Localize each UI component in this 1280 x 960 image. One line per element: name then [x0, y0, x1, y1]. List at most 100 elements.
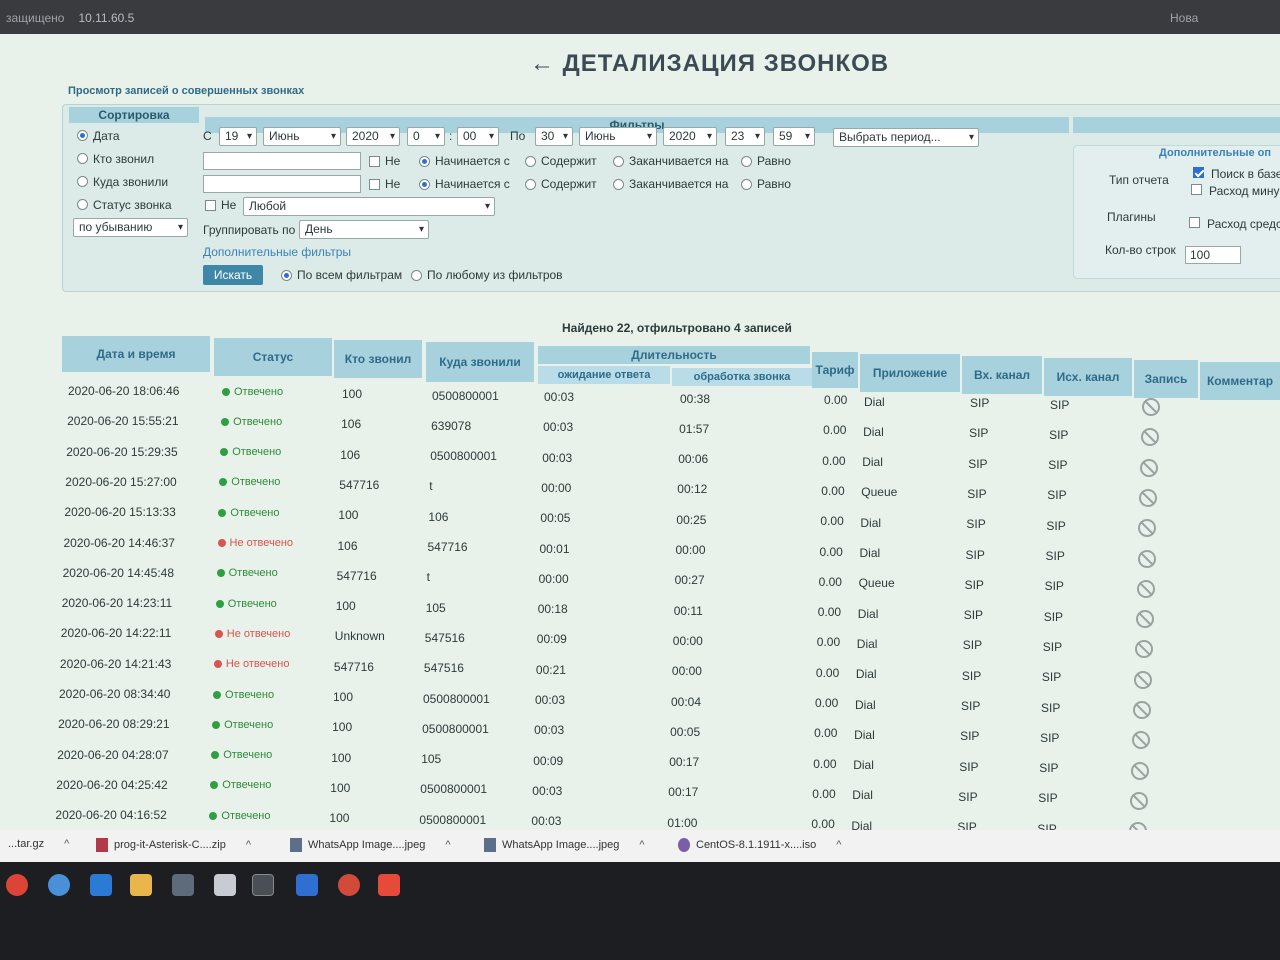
download-item[interactable]: WhatsApp Image....jpeg ^ [290, 838, 451, 852]
no-record-icon[interactable] [1141, 428, 1160, 447]
sort-radio-caller[interactable] [77, 153, 88, 164]
download-item[interactable]: prog-it-Asterisk-C....zip ^ [96, 838, 251, 852]
no-record-icon[interactable] [1131, 761, 1150, 780]
no-record-icon[interactable] [1129, 822, 1148, 830]
skype-icon[interactable] [48, 874, 70, 896]
funds-checkbox[interactable] [1189, 217, 1200, 228]
col-datetime[interactable]: Дата и время [62, 336, 210, 372]
minutes-checkbox[interactable] [1191, 184, 1202, 195]
no-record-icon[interactable] [1132, 731, 1151, 750]
logic-all-radio[interactable] [281, 270, 292, 281]
caller-not-checkbox[interactable] [369, 156, 380, 167]
yandex-icon[interactable] [378, 874, 400, 896]
cell-tariff: 0.00 [815, 665, 840, 680]
col-talk[interactable]: обработка звонка [672, 368, 812, 386]
no-record-icon[interactable] [1134, 640, 1153, 659]
from-year-select[interactable]: 2020 ▾ [346, 127, 400, 146]
caller-ends-radio[interactable] [613, 156, 624, 167]
period-select[interactable]: Выбрать период... ▾ [833, 128, 979, 147]
callee-not-checkbox[interactable] [369, 179, 380, 190]
callee-starts-radio[interactable] [419, 179, 430, 190]
cell-datetime: 2020-06-20 14:45:48 [62, 565, 175, 580]
chevron-up-icon[interactable]: ^ [639, 839, 644, 851]
file-explorer-icon[interactable] [130, 874, 152, 896]
chevron-up-icon[interactable]: ^ [246, 839, 251, 851]
address-bar[interactable]: 10.11.60.5 [78, 11, 134, 25]
no-record-icon[interactable] [1140, 458, 1159, 477]
chevron-up-icon[interactable]: ^ [445, 839, 450, 851]
sort-order-select[interactable]: по убыванию ▾ [73, 218, 188, 237]
col-comment[interactable]: Комментар [1200, 362, 1280, 400]
callee-equals-radio[interactable] [741, 179, 752, 190]
cell-dst: 547516 [423, 661, 464, 676]
cell-talk: 00:38 [680, 391, 711, 406]
from-minute-select[interactable]: 00 ▾ [457, 127, 499, 146]
app-icon[interactable] [338, 874, 360, 896]
chevron-down-icon: ▾ [389, 131, 395, 142]
to-minute-select[interactable]: 59 ▾ [773, 127, 815, 146]
col-record[interactable]: Запись [1134, 360, 1198, 398]
to-day-select[interactable]: 30 ▾ [535, 127, 573, 146]
sort-radio-callee[interactable] [77, 176, 88, 187]
chevron-up-icon[interactable]: ^ [64, 838, 69, 850]
col-dst[interactable]: Куда звонили [426, 342, 534, 382]
no-record-icon[interactable] [1135, 610, 1154, 629]
no-record-icon[interactable] [1142, 398, 1160, 416]
status-dot-icon [213, 660, 222, 669]
col-status[interactable]: Статус [214, 338, 332, 376]
word-icon[interactable] [296, 874, 318, 896]
download-item[interactable]: ...tar.gz ^ [8, 838, 69, 850]
browser-tab[interactable]: Нова [1170, 11, 1198, 25]
chrome-icon[interactable] [6, 874, 28, 896]
from-day-select[interactable]: 19 ▾ [219, 127, 257, 146]
to-month-select[interactable]: Июнь ▾ [579, 127, 657, 146]
callee-ends-radio[interactable] [613, 179, 624, 190]
col-in-channel[interactable]: Вх. канал [962, 356, 1042, 394]
edge-icon[interactable] [90, 874, 112, 896]
mail-icon[interactable] [214, 874, 236, 896]
callee-filter-input[interactable] [203, 175, 361, 193]
logic-any-radio[interactable] [411, 270, 422, 281]
caller-filter-input[interactable] [203, 152, 361, 170]
no-record-icon[interactable] [1139, 488, 1158, 507]
no-record-icon[interactable] [1137, 549, 1156, 568]
search-db-checkbox[interactable] [1193, 167, 1204, 178]
to-hour-select[interactable]: 23 ▾ [725, 127, 765, 146]
col-tariff[interactable]: Тариф [812, 352, 858, 388]
callee-contains-radio[interactable] [525, 179, 536, 190]
caller-equals-radio[interactable] [741, 156, 752, 167]
caller-contains-radio[interactable] [525, 156, 536, 167]
no-record-icon[interactable] [1133, 670, 1152, 689]
col-app[interactable]: Приложение [860, 354, 960, 392]
cell-dst: 547516 [424, 630, 465, 645]
caller-starts-radio[interactable] [419, 156, 430, 167]
cell-wait: 00:03 [544, 390, 575, 404]
search-button[interactable]: Искать [203, 265, 263, 285]
rows-count-input[interactable]: 100 [1185, 246, 1241, 264]
terminal-icon[interactable] [252, 874, 274, 896]
cell-wait: 00:09 [533, 753, 564, 768]
col-wait[interactable]: ожидание ответа [538, 366, 670, 384]
chevron-up-icon[interactable]: ^ [836, 839, 841, 851]
time-separator: : [449, 129, 453, 143]
from-month-select[interactable]: Июнь ▾ [263, 127, 341, 146]
store-icon[interactable] [172, 874, 194, 896]
no-record-icon[interactable] [1130, 791, 1149, 810]
group-by-select[interactable]: День ▾ [299, 220, 429, 239]
no-record-icon[interactable] [1138, 519, 1157, 538]
status-not-checkbox[interactable] [205, 200, 216, 211]
sort-radio-status[interactable] [77, 199, 88, 210]
cell-status: Отвечено [222, 386, 283, 398]
no-record-icon[interactable] [1136, 579, 1155, 598]
cell-wait: 00:03 [543, 420, 574, 435]
from-hour-select[interactable]: 0 ▾ [407, 127, 445, 146]
sort-radio-date[interactable] [77, 130, 88, 141]
to-year-select[interactable]: 2020 ▾ [663, 127, 717, 146]
no-record-icon[interactable] [1133, 701, 1151, 719]
col-out-channel[interactable]: Исх. канал [1044, 358, 1132, 396]
download-item[interactable]: CentOS-8.1.1911-x....iso ^ [678, 838, 841, 852]
download-item[interactable]: WhatsApp Image....jpeg ^ [484, 838, 645, 852]
status-select[interactable]: Любой ▾ [243, 197, 495, 216]
extra-filters-link[interactable]: Дополнительные фильтры [203, 245, 351, 259]
col-src[interactable]: Кто звонил [334, 340, 422, 378]
